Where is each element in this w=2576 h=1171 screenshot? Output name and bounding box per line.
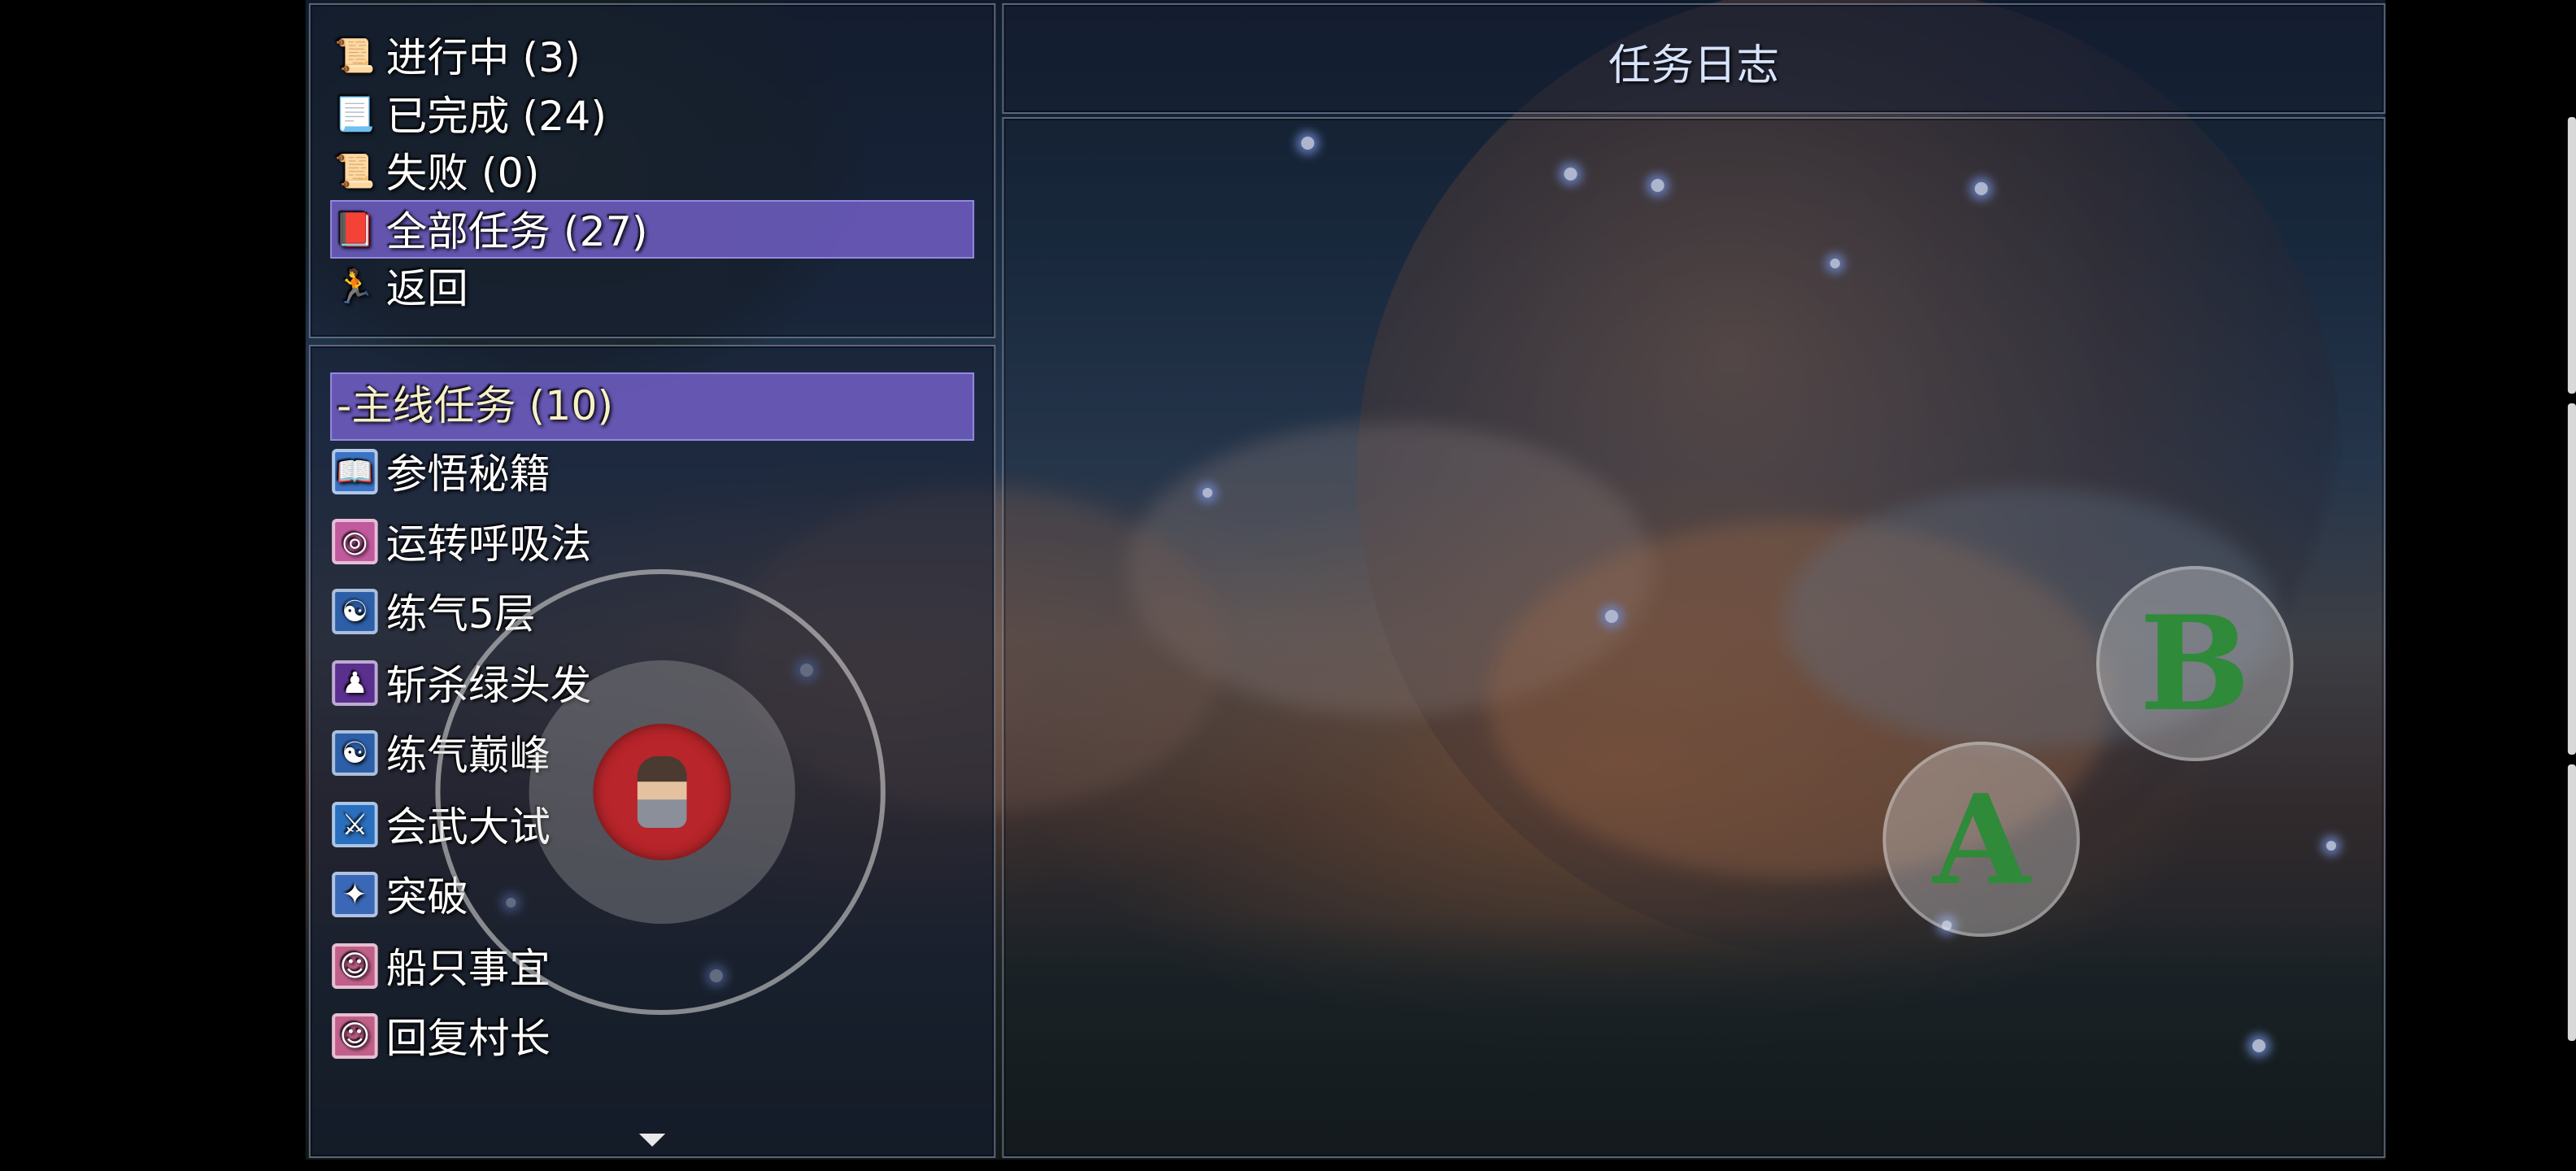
list-item[interactable]: ◎ 运转呼吸法 — [330, 514, 591, 569]
quest-label: 参悟秘籍 — [385, 451, 550, 498]
scrollbar[interactable] — [2567, 403, 2576, 755]
menu-item-return[interactable]: 🏃 返回 — [330, 259, 468, 314]
scroll-icon: 📜 — [334, 36, 376, 75]
radiating-figure-icon: ◎ — [332, 519, 378, 564]
scrollbar[interactable] — [2567, 764, 2576, 1041]
quest-label: 回复村长 — [385, 1015, 550, 1062]
menu-item-completed[interactable]: 📃 已完成 (24) — [330, 86, 607, 141]
menu-item-label: 已完成 (24) — [385, 93, 607, 140]
kick-icon: ⚔ — [332, 802, 378, 847]
menu-item-label: 全部任务 (27) — [385, 208, 648, 255]
character-avatar — [637, 756, 687, 828]
talk-icon: ☺ — [332, 1013, 378, 1059]
parchment-icon: 📃 — [334, 94, 376, 133]
breakthrough-icon: ✦ — [332, 872, 378, 917]
quest-label: 运转呼吸法 — [385, 520, 592, 568]
menu-item-label: 进行中 (3) — [385, 34, 581, 81]
scroll-down-arrow-icon[interactable] — [638, 1134, 666, 1147]
quest-group-main[interactable]: -主线任务 (10) — [337, 376, 613, 431]
list-item[interactable]: ✦ 突破 — [330, 867, 468, 922]
quest-category-menu: 📜 进行中 (3) 📃 已完成 (24) 📜 失败 (0) 📕 全部任务 (27… — [308, 3, 996, 338]
open-book-icon: 📖 — [332, 449, 378, 494]
torn-scroll-icon: 📜 — [334, 151, 376, 190]
game-screen: 📜 进行中 (3) 📃 已完成 (24) 📜 失败 (0) 📕 全部任务 (27… — [0, 0, 2576, 1171]
window-title: 任务日志 — [1608, 41, 1780, 90]
joystick-knob[interactable] — [593, 724, 732, 860]
menu-item-failed[interactable]: 📜 失败 (0) — [330, 143, 539, 198]
list-item[interactable]: ☺ 回复村长 — [330, 1008, 550, 1064]
quest-group-label: -主线任务 (10) — [337, 382, 614, 429]
list-item[interactable]: 📖 参悟秘籍 — [330, 444, 550, 499]
menu-item-all-quests[interactable]: 📕 全部任务 (27) — [330, 202, 647, 257]
return-icon: 🏃 — [334, 267, 376, 306]
fighter-icon: ♟ — [332, 660, 378, 706]
menu-item-in-progress[interactable]: 📜 进行中 (3) — [330, 28, 581, 83]
a-button-label: A — [1933, 767, 2030, 912]
title-window: 任务日志 — [1002, 3, 2386, 114]
meditation-icon: ☯ — [332, 730, 378, 776]
scrollbar[interactable] — [2567, 117, 2576, 394]
meditation-icon: ☯ — [332, 589, 378, 634]
menu-item-label: 失败 (0) — [385, 150, 540, 197]
b-button-label: B — [2139, 587, 2251, 740]
menu-item-label: 返回 — [385, 265, 468, 312]
a-button[interactable]: A — [1882, 742, 2080, 937]
b-button[interactable]: B — [2096, 566, 2294, 761]
talk-icon: ☺ — [332, 943, 378, 989]
book-icon: 📕 — [334, 210, 376, 249]
